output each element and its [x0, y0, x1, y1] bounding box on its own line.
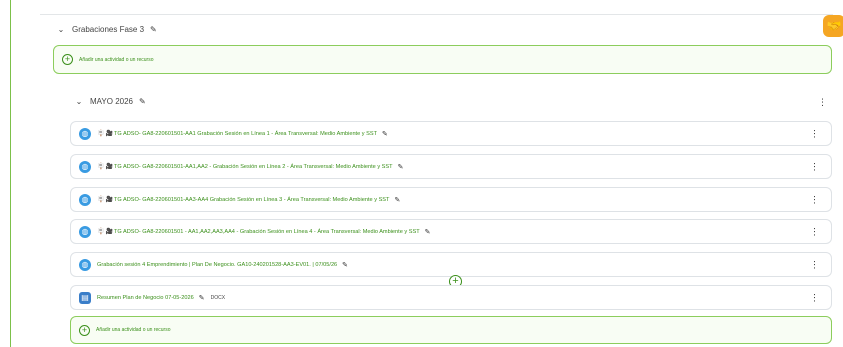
- sign-icon: 🪧: [97, 131, 105, 137]
- section-title: Grabaciones Fase 3: [72, 25, 145, 34]
- activity-item[interactable]: ▤ Resumen Plan de Negocio 07-05-2026 ✎ D…: [70, 285, 832, 310]
- activity-link[interactable]: TG ADSO- GA8-220601501-AA1,AA2 - Grabaci…: [114, 164, 393, 170]
- globe-icon: ◍: [79, 225, 91, 238]
- activity-options-kebab-icon[interactable]: ⋮: [810, 162, 819, 171]
- document-icon: ▤: [79, 291, 91, 304]
- add-activity-label: Añadir una actividad o un recurso: [96, 327, 171, 333]
- activity-item[interactable]: ◍ 🪧 🎥 TG ADSO- GA8-220601501 - AA1,AA2,AA…: [70, 219, 832, 244]
- activity-link[interactable]: Resumen Plan de Negocio 07-05-2026: [97, 295, 194, 301]
- camera-icon: 🎥: [105, 131, 113, 137]
- chevron-down-icon[interactable]: ⌄: [74, 97, 84, 106]
- subsection-title: MAYO 2026: [90, 97, 133, 106]
- globe-icon: ◍: [79, 193, 91, 206]
- edit-pencil-icon[interactable]: ✎: [394, 196, 400, 204]
- plus-icon: +: [62, 54, 73, 65]
- globe-icon: ◍: [79, 258, 91, 271]
- section-options-kebab-icon[interactable]: ⋮: [818, 97, 827, 108]
- camera-icon: 🎥: [105, 229, 113, 235]
- activity-item[interactable]: ◍ Grabación sesión 4 Emprendimiento | Pl…: [70, 252, 832, 277]
- file-type-badge: DOCX: [210, 294, 226, 301]
- add-activity-button[interactable]: + Añadir una actividad o un recurso: [53, 45, 832, 74]
- chevron-down-icon[interactable]: ⌄: [56, 25, 66, 34]
- edit-pencil-icon[interactable]: ✎: [398, 163, 404, 171]
- handshake-icon: 🤝: [826, 19, 842, 33]
- edit-pencil-icon[interactable]: ✎: [342, 261, 348, 269]
- activity-link[interactable]: TG ADSO- GA8-220601501 - AA1,AA2,AA3,AA4…: [114, 229, 420, 235]
- activity-options-kebab-icon[interactable]: ⋮: [810, 293, 819, 302]
- edit-pencil-icon[interactable]: ✎: [425, 228, 431, 236]
- add-activity-label: Añadir una actividad o un recurso: [79, 56, 154, 63]
- activity-item[interactable]: ◍ 🪧 🎥 TG ADSO- GA8-220601501-AA1 Grabació…: [70, 121, 832, 146]
- camera-icon: 🎥: [105, 164, 113, 170]
- activity-options-kebab-icon[interactable]: ⋮: [810, 195, 819, 204]
- activity-options-kebab-icon[interactable]: ⋮: [810, 227, 819, 236]
- camera-icon: 🎥: [105, 197, 113, 203]
- activity-options-kebab-icon[interactable]: ⋮: [810, 129, 819, 138]
- sign-icon: 🪧: [97, 164, 105, 170]
- activity-link[interactable]: TG ADSO- GA8-220601501-AA3-AA4 Grabación…: [114, 197, 389, 203]
- activity-link[interactable]: Grabación sesión 4 Emprendimiento | Plan…: [97, 262, 337, 268]
- edit-pencil-icon[interactable]: ✎: [139, 97, 146, 106]
- assistant-button[interactable]: 🤝: [823, 15, 843, 37]
- section-divider: [40, 14, 833, 15]
- subsection-header-may[interactable]: ⌄ MAYO 2026 ✎: [74, 97, 146, 106]
- activity-item[interactable]: ◍ 🪧 🎥 TG ADSO- GA8-220601501-AA3-AA4 Grab…: [70, 187, 832, 212]
- sign-icon: 🪧: [97, 229, 105, 235]
- edit-pencil-icon[interactable]: ✎: [199, 294, 205, 302]
- globe-icon: ◍: [79, 160, 91, 173]
- activity-options-kebab-icon[interactable]: ⋮: [810, 260, 819, 269]
- plus-icon: +: [79, 324, 90, 336]
- sign-icon: 🪧: [97, 197, 105, 203]
- add-activity-button-may[interactable]: + Añadir una actividad o un recurso: [70, 316, 832, 344]
- activity-item[interactable]: ◍ 🪧 🎥 TG ADSO- GA8-220601501-AA1,AA2 - Gr…: [70, 154, 832, 179]
- globe-icon: ◍: [79, 127, 91, 140]
- activity-link[interactable]: TG ADSO- GA8-220601501-AA1 Grabación Ses…: [114, 131, 377, 137]
- section-header-phase[interactable]: ⌄ Grabaciones Fase 3 ✎: [56, 25, 157, 34]
- course-left-rule: [10, 0, 11, 347]
- edit-pencil-icon[interactable]: ✎: [382, 130, 388, 138]
- edit-pencil-icon[interactable]: ✎: [150, 25, 157, 34]
